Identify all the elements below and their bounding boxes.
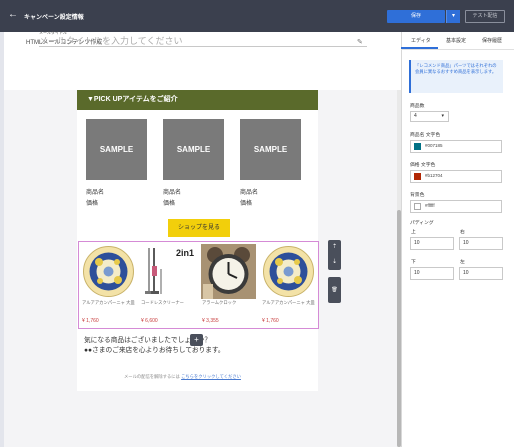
tab-divider	[401, 49, 514, 50]
product-price: 価格	[86, 201, 99, 207]
move-down-icon[interactable]: ⇣	[328, 255, 341, 270]
padding-top-input[interactable]: 10	[410, 237, 454, 250]
plate-icon	[263, 246, 314, 297]
count-select[interactable]: 4 ▾	[410, 111, 449, 122]
recommend-item-price: ¥ 3,355	[202, 318, 219, 324]
color-swatch[interactable]	[414, 143, 421, 150]
padding-bottom-label: 下	[411, 260, 416, 265]
chevron-down-icon: ▾	[441, 113, 444, 119]
top-bar: ← キャンペーン設定情報 保存 ▾ テスト配信	[0, 0, 514, 32]
unsubscribe-footer: メールの配信を解除するには こちらをクリックしてください	[124, 374, 241, 380]
count-label: 商品数	[410, 104, 425, 109]
recommend-item-price: ¥ 6,600	[141, 318, 158, 324]
shop-button[interactable]: ショップを見る	[168, 219, 230, 237]
footer-text: メールの配信を解除するには	[124, 374, 180, 379]
product-image[interactable]: SAMPLE	[86, 119, 147, 180]
tab-basic-settings[interactable]: 基本設定	[446, 37, 466, 44]
padding-bottom-input[interactable]: 10	[410, 267, 454, 280]
product-image[interactable]: SAMPLE	[163, 119, 224, 180]
clock-icon	[201, 244, 256, 299]
name-color-label: 商品名 文字色	[410, 133, 441, 138]
price-color-field[interactable]: #b12704	[410, 170, 502, 183]
message-line: ●●さまのご来店を心よりお待ちしております。	[84, 347, 225, 354]
color-swatch[interactable]	[414, 203, 421, 210]
save-dropdown-icon[interactable]: ▾	[446, 10, 460, 23]
recommend-item-price: ¥ 1,760	[82, 318, 99, 324]
info-box: 「レコメンド商品」パーツではそれぞれの会員に異なるおすすめ商品を表示します。	[409, 60, 503, 93]
product-name: 商品名	[163, 190, 182, 196]
color-value: #b12704	[425, 173, 443, 178]
padding-right-label: 右	[460, 230, 465, 235]
product-name: 商品名	[240, 190, 259, 196]
move-up-icon[interactable]: ⇡	[328, 240, 341, 255]
product-price: 価格	[163, 201, 176, 207]
recommend-item-name: アルアアカンパーニャ 大皿	[82, 300, 135, 305]
padding-top-label: 上	[411, 230, 416, 235]
page-title: キャンペーン設定情報	[24, 15, 84, 21]
unsubscribe-link[interactable]: こちらをクリックしてください	[181, 374, 241, 379]
padding-label: パディング	[410, 221, 434, 226]
tab-history[interactable]: 保存履歴	[482, 37, 502, 44]
recommend-item-name: アラームクロック	[202, 300, 237, 305]
mail-title-input[interactable]: メールタイトルを入力してください	[39, 36, 367, 47]
recommend-item-price: ¥ 1,760	[262, 318, 279, 324]
product-price: 価格	[240, 201, 253, 207]
color-swatch[interactable]	[414, 173, 421, 180]
cleaner-badge: 2in1	[176, 248, 195, 258]
bg-color-field[interactable]: #ffffff	[410, 200, 502, 213]
back-arrow-icon[interactable]: ←	[8, 10, 18, 20]
bg-color-label: 背景色	[410, 193, 425, 198]
recommend-item-name: アルアアカンパーニャ 大皿	[262, 300, 315, 305]
plate-icon	[83, 246, 134, 297]
save-button[interactable]: 保存	[387, 10, 445, 23]
product-image[interactable]: SAMPLE	[240, 119, 301, 180]
tab-editor[interactable]: エディタ	[411, 37, 431, 44]
price-color-label: 価格 文字色	[410, 163, 436, 168]
add-block-button[interactable]: +	[190, 334, 203, 346]
padding-left-label: 左	[460, 260, 465, 265]
test-send-button[interactable]: テスト配信	[465, 10, 505, 23]
name-color-field[interactable]: #007185	[410, 140, 502, 153]
padding-left-input[interactable]: 10	[459, 267, 503, 280]
color-value: #007185	[425, 143, 443, 148]
padding-right-input[interactable]: 10	[459, 237, 503, 250]
block-move-toolbar: ⇡ ⇣	[328, 240, 341, 270]
pickup-banner[interactable]: ▼PICK UPアイテムをご紹介	[77, 90, 318, 110]
pencil-icon[interactable]: ✎	[357, 38, 363, 46]
count-value: 4	[414, 113, 417, 119]
recommend-item-name: コードレスクリーナー	[141, 300, 184, 305]
product-name: 商品名	[86, 190, 105, 196]
color-value: #ffffff	[425, 203, 435, 208]
delete-icon[interactable]: 🗑	[328, 277, 341, 303]
